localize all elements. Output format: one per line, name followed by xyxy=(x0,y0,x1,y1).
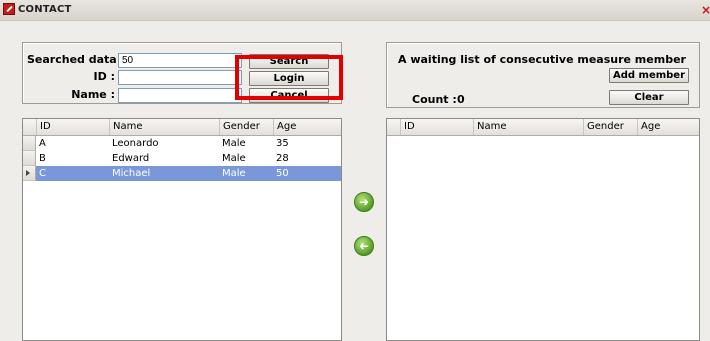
table-row-selected[interactable]: C Michael Male 50 xyxy=(23,166,341,181)
row-header[interactable] xyxy=(23,136,36,151)
searched-data-label: Searched data : xyxy=(27,53,125,66)
cell-gender: Male xyxy=(222,153,246,164)
waiting-list-panel: A waiting list of consecutive measure me… xyxy=(386,42,700,108)
id-input[interactable] xyxy=(118,70,242,85)
app-icon xyxy=(3,3,15,15)
grid-header: ID Name Gender Age xyxy=(23,119,341,136)
arrow-left-icon: ➜ xyxy=(358,239,370,253)
waiting-list-heading: A waiting list of consecutive measure me… xyxy=(398,53,686,66)
row-header[interactable] xyxy=(23,151,36,166)
clear-button[interactable]: Clear xyxy=(609,90,689,105)
cell-name: Michael xyxy=(109,166,219,181)
column-header-name[interactable]: Name xyxy=(473,119,583,135)
row-indicator-icon xyxy=(26,170,30,176)
cell-id: A xyxy=(39,138,46,149)
column-header-age[interactable]: Age xyxy=(273,119,341,135)
column-header-gender[interactable]: Gender xyxy=(583,119,637,135)
column-header-id[interactable]: ID xyxy=(400,119,473,135)
arrow-right-icon: ➜ xyxy=(358,195,370,209)
cell-name: Edward xyxy=(112,153,150,164)
grid-header: ID Name Gender Age xyxy=(387,119,699,136)
title-bar: CONTACT × xyxy=(0,0,710,21)
column-header-name[interactable]: Name xyxy=(109,119,219,135)
cell-id: C xyxy=(36,166,109,181)
cell-name: Leonardo xyxy=(112,138,159,149)
move-left-button[interactable]: ➜ xyxy=(354,236,374,256)
window-title: CONTACT xyxy=(18,4,72,15)
count-label: Count : xyxy=(412,93,457,106)
cell-gender: Male xyxy=(219,166,273,181)
cell-age: 28 xyxy=(276,153,289,164)
column-header-id[interactable]: ID xyxy=(36,119,109,135)
id-label: ID : xyxy=(93,70,115,83)
row-header[interactable] xyxy=(23,166,36,181)
cell-age: 35 xyxy=(276,138,289,149)
searched-data-input[interactable] xyxy=(118,53,242,68)
cell-id: B xyxy=(39,153,46,164)
column-header-age[interactable]: Age xyxy=(637,119,699,135)
move-right-button[interactable]: ➜ xyxy=(354,192,374,212)
close-icon[interactable]: × xyxy=(701,3,710,17)
waiting-list-grid: ID Name Gender Age xyxy=(386,118,700,341)
highlight-box xyxy=(235,55,343,100)
cell-gender: Male xyxy=(222,138,246,149)
column-header-gender[interactable]: Gender xyxy=(219,119,273,135)
name-label: Name : xyxy=(71,88,115,101)
cell-age: 50 xyxy=(273,166,341,181)
count-value: 0 xyxy=(457,93,465,106)
table-row[interactable]: B Edward Male 28 xyxy=(23,151,341,166)
name-input[interactable] xyxy=(118,88,242,103)
contact-grid: ID Name Gender Age A Leonardo Male 35 B … xyxy=(22,118,342,341)
table-row[interactable]: A Leonardo Male 35 xyxy=(23,136,341,151)
add-member-button[interactable]: Add member xyxy=(609,68,689,83)
